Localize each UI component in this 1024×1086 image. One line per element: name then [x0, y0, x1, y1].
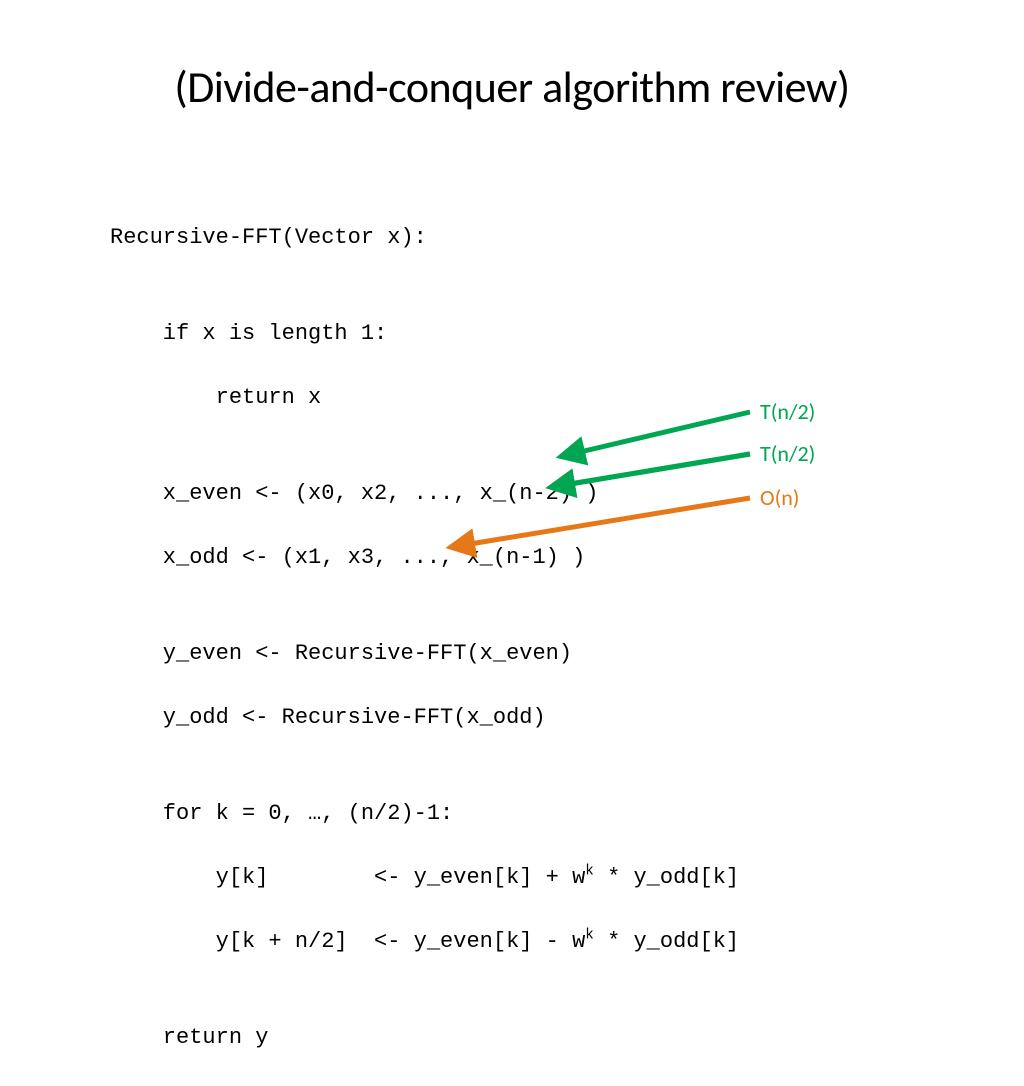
annotation-arrows: [0, 0, 1024, 768]
code-line: for k = 0, …, (n/2)-1:: [110, 798, 739, 830]
arrow-orange: [470, 498, 750, 544]
arrow-green-2b: [570, 454, 750, 484]
arrow-green-1: [580, 412, 750, 452]
code-line: y[k + n/2] <- y_even[k] - wk * y_odd[k]: [110, 926, 739, 958]
code-line: return y: [110, 1022, 739, 1054]
code-line: y[k] <- y_even[k] + wk * y_odd[k]: [110, 862, 739, 894]
